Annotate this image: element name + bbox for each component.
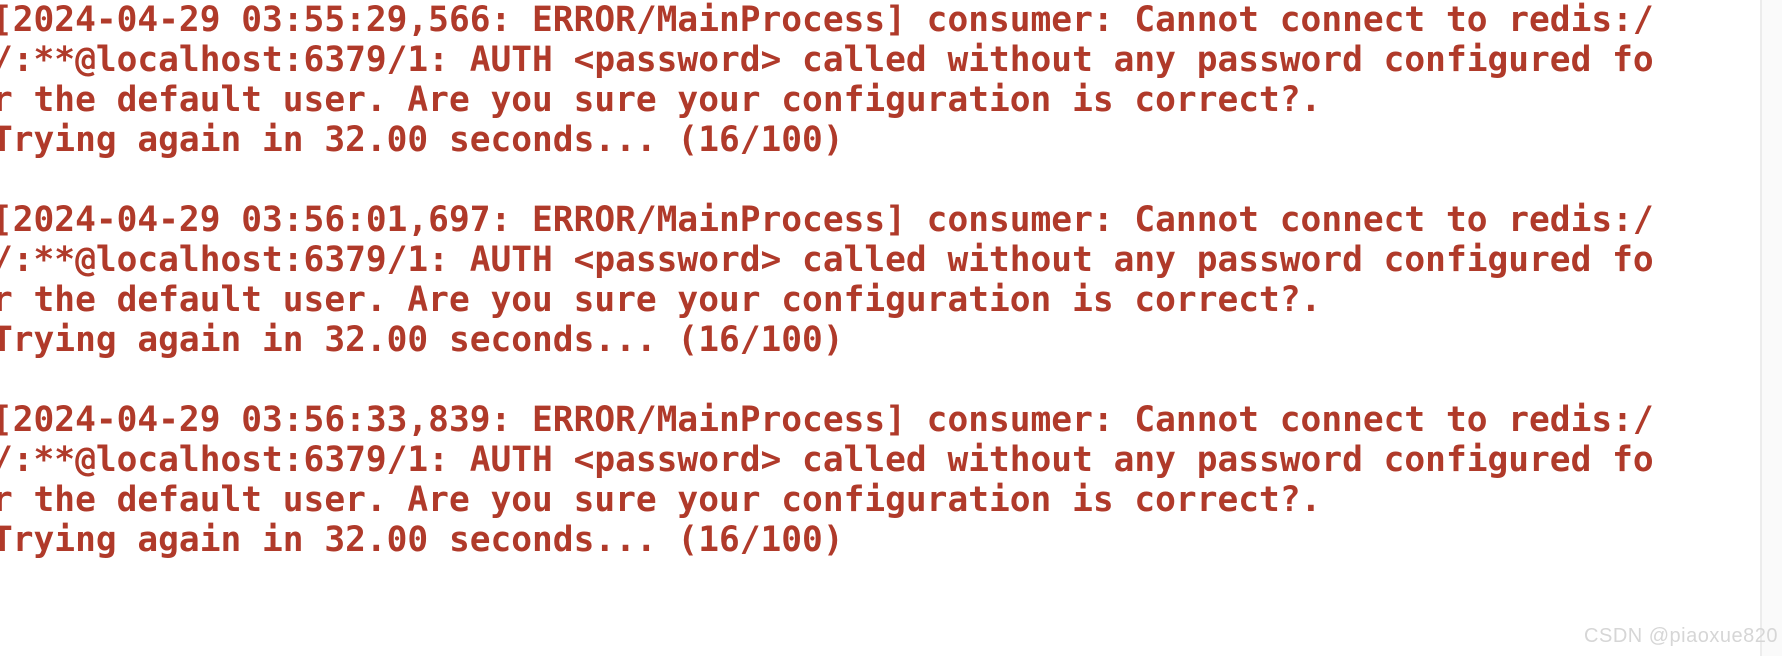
log-line: /:**@localhost:6379/1: AUTH <password> c…	[0, 440, 1654, 480]
log-block-separator	[0, 160, 1760, 200]
log-output-area[interactable]: [2024-04-29 03:55:29,566: ERROR/MainProc…	[0, 0, 1760, 656]
log-line: [2024-04-29 03:56:33,839: ERROR/MainProc…	[0, 400, 1654, 440]
log-line: [2024-04-29 03:56:01,697: ERROR/MainProc…	[0, 200, 1654, 240]
log-entry: [2024-04-29 03:55:29,566: ERROR/MainProc…	[0, 0, 1760, 160]
log-entry: [2024-04-29 03:56:01,697: ERROR/MainProc…	[0, 200, 1760, 360]
log-line: r the default user. Are you sure your co…	[0, 280, 1322, 320]
log-line: Trying again in 32.00 seconds... (16/100…	[0, 320, 844, 360]
log-entry: [2024-04-29 03:56:33,839: ERROR/MainProc…	[0, 400, 1760, 560]
log-viewer[interactable]: [2024-04-29 03:55:29,566: ERROR/MainProc…	[0, 0, 1782, 656]
log-line: r the default user. Are you sure your co…	[0, 480, 1322, 520]
log-block-separator	[0, 360, 1760, 400]
log-line: Trying again in 32.00 seconds... (16/100…	[0, 520, 844, 560]
vertical-scrollbar[interactable]	[1760, 0, 1782, 656]
log-line: /:**@localhost:6379/1: AUTH <password> c…	[0, 240, 1654, 280]
log-line: /:**@localhost:6379/1: AUTH <password> c…	[0, 40, 1654, 80]
log-line: Trying again in 32.00 seconds... (16/100…	[0, 120, 844, 160]
log-line: [2024-04-29 03:55:29,566: ERROR/MainProc…	[0, 0, 1654, 40]
log-line: r the default user. Are you sure your co…	[0, 80, 1322, 120]
watermark: CSDN @piaoxue820	[1584, 625, 1778, 647]
